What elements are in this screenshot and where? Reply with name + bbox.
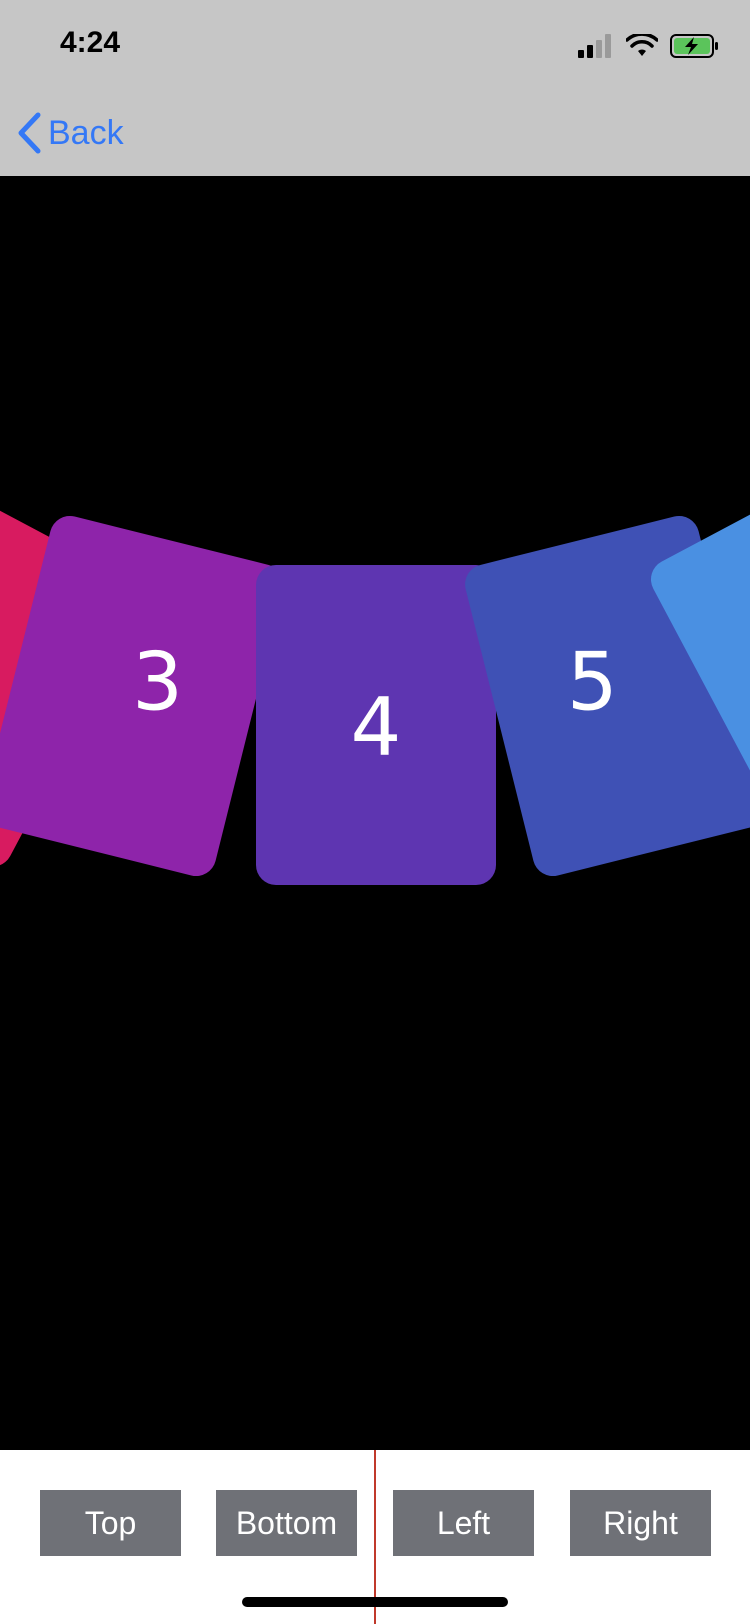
signal-icon [578,34,611,58]
status-bar: 4:24 [0,0,750,90]
card-number: 4 [350,680,402,774]
card-number: 3 [131,634,183,728]
left-button[interactable]: Left [393,1490,534,1556]
card-number: 5 [566,634,618,728]
back-button[interactable]: Back [16,110,124,156]
status-time: 4:24 [60,26,121,59]
wifi-icon [626,34,658,56]
carousel-stage[interactable]: 3 4 5 [0,176,750,1450]
status-icons [578,32,720,60]
carousel-card[interactable]: 3 [0,511,289,881]
home-indicator[interactable] [242,1597,508,1607]
top-button[interactable]: Top [40,1490,181,1556]
carousel-card[interactable]: 4 [256,565,496,885]
navigation-bar: Back [0,90,750,176]
back-label: Back [48,113,124,152]
right-button[interactable]: Right [570,1490,711,1556]
bottom-button[interactable]: Bottom [216,1490,357,1556]
battery-charging-icon [670,34,718,58]
chevron-left-icon [18,112,41,154]
